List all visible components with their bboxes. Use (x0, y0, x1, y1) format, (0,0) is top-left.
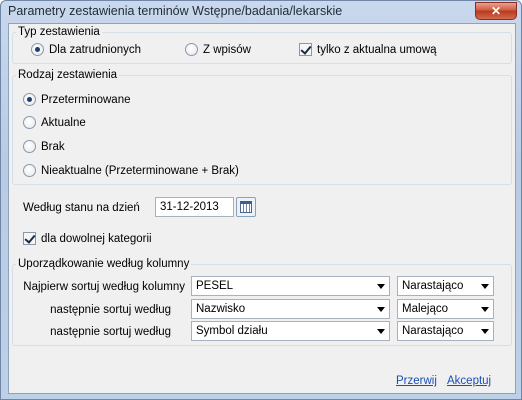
select-value: Narastająco (402, 280, 464, 292)
close-button[interactable]: ✕ (475, 2, 517, 20)
typ-zestawienia-legend: Typ zestawienia (18, 26, 100, 38)
radio-indicator (23, 140, 36, 153)
select-value: Symbol działu (196, 325, 268, 337)
radio-label: Z wpisów (203, 43, 251, 56)
radio-nieaktualne[interactable]: Nieaktualne (Przeterminowane + Brak) (23, 164, 239, 177)
rodzaj-zestawienia-legend: Rodzaj zestawienia (18, 69, 118, 81)
select-value: Narastająco (402, 325, 464, 337)
radio-label: Dla zatrudnionych (49, 43, 142, 56)
checkbox-indicator (299, 43, 312, 56)
calendar-icon (240, 201, 252, 213)
checkbox-tylko-aktualna-umowa[interactable]: tylko z aktualna umową (299, 43, 437, 56)
date-label: Według stanu na dzień (23, 202, 140, 214)
sort-column-select-2[interactable]: Nazwisko (191, 299, 390, 319)
checkbox-label: tylko z aktualna umową (317, 43, 437, 56)
sort-column-select-3[interactable]: Symbol działu (191, 321, 390, 341)
radio-indicator (23, 116, 36, 129)
radio-z-wpisow[interactable]: Z wpisów (185, 43, 251, 56)
checkbox-label: dla dowolnej kategorii (41, 232, 152, 245)
date-field[interactable]: 31-12-2013 (155, 197, 234, 217)
radio-indicator (23, 93, 36, 106)
chevron-down-icon (481, 329, 489, 334)
dialog-window: Parametry zestawienia terminów Wstępne/b… (0, 0, 522, 400)
radio-indicator (31, 43, 44, 56)
calendar-button[interactable] (236, 197, 256, 217)
select-value: PESEL (196, 280, 234, 292)
sort-row-label: następnie sortuj według (50, 304, 171, 316)
radio-label: Aktualne (41, 116, 86, 129)
sort-column-select-1[interactable]: PESEL (191, 276, 390, 296)
chevron-down-icon (377, 284, 385, 289)
sort-row-label: Najpierw sortuj według kolumny (23, 281, 185, 293)
radio-label: Brak (41, 140, 65, 153)
accept-link[interactable]: Akceptuj (447, 375, 491, 387)
select-value: Nazwisko (196, 303, 246, 315)
chevron-down-icon (481, 307, 489, 312)
sort-row-label: następnie sortuj według (50, 326, 171, 338)
radio-label: Nieaktualne (Przeterminowane + Brak) (41, 164, 239, 177)
checkbox-indicator (23, 232, 36, 245)
dialog-body: Typ zestawienia Dla zatrudnionych Z wpis… (8, 23, 516, 394)
window-title: Parametry zestawienia terminów Wstępne/b… (8, 4, 343, 18)
radio-przeterminowane[interactable]: Przeterminowane (23, 93, 130, 106)
radio-brak[interactable]: Brak (23, 140, 65, 153)
radio-indicator (23, 164, 36, 177)
chevron-down-icon (481, 284, 489, 289)
radio-aktualne[interactable]: Aktualne (23, 116, 86, 129)
checkbox-dowolnej-kategorii[interactable]: dla dowolnej kategorii (23, 232, 152, 245)
radio-dla-zatrudnionych[interactable]: Dla zatrudnionych (31, 43, 141, 56)
cancel-link[interactable]: Przerwij (396, 375, 437, 387)
chevron-down-icon (377, 329, 385, 334)
title-bar[interactable]: Parametry zestawienia terminów Wstępne/b… (1, 1, 521, 23)
sort-order-select-1[interactable]: Narastająco (397, 276, 494, 296)
sort-legend: Uporządkowanie według kolumny (18, 258, 190, 270)
sort-order-select-3[interactable]: Narastająco (397, 321, 494, 341)
radio-label: Przeterminowane (41, 93, 131, 106)
sort-order-select-2[interactable]: Malejąco (397, 299, 494, 319)
radio-indicator (185, 43, 198, 56)
chevron-down-icon (377, 307, 385, 312)
select-value: Malejąco (402, 303, 449, 315)
